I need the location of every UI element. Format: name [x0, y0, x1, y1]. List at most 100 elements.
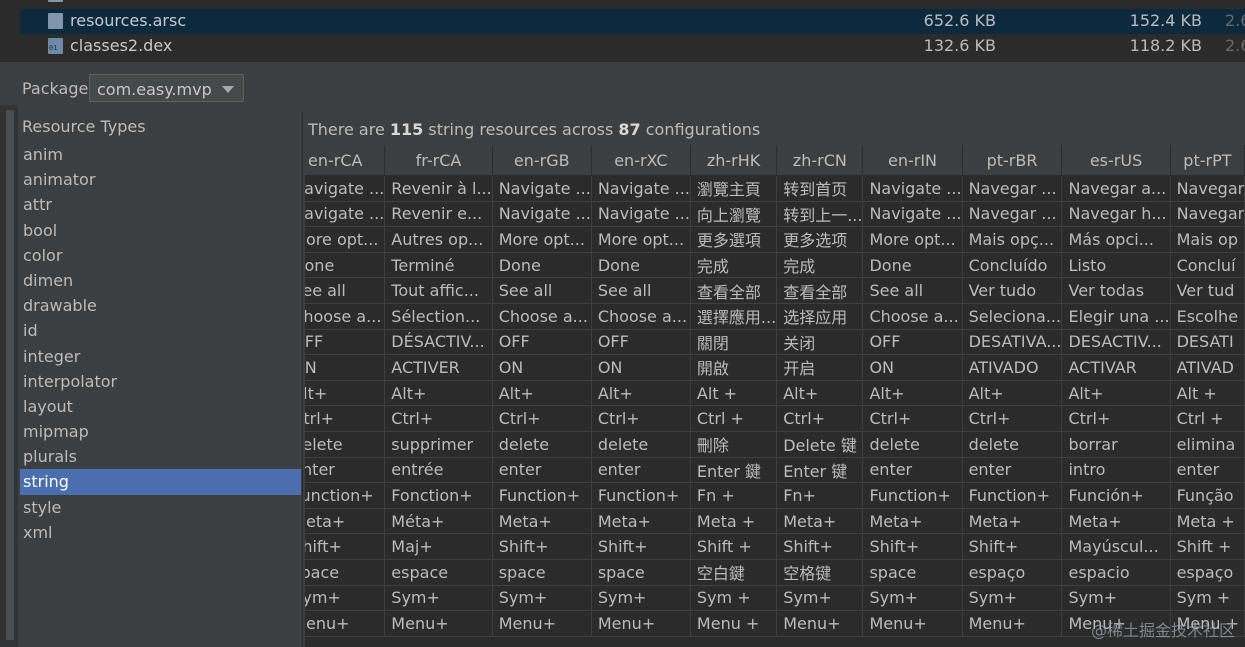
table-cell[interactable]: delete	[305, 431, 386, 458]
table-cell[interactable]: 向上瀏覽	[690, 201, 778, 228]
column-header[interactable]: en-rGB	[492, 145, 592, 176]
resource-type-item[interactable]: color	[20, 243, 301, 268]
table-row[interactable]: See allTout affic...See allSee all查看全部查看…	[305, 277, 1245, 304]
table-cell[interactable]: 转到首页	[776, 175, 864, 202]
table-cell[interactable]: Autres op...	[384, 226, 493, 253]
table-cell[interactable]: Concluí	[1170, 252, 1245, 279]
table-row[interactable]: Function+Fonction+Function+Function+Fn +…	[305, 482, 1245, 509]
table-cell[interactable]: 更多选项	[776, 226, 864, 253]
table-cell[interactable]: OFF	[305, 329, 386, 356]
table-cell[interactable]: Sym+	[591, 585, 691, 612]
resource-type-item[interactable]: string	[20, 469, 301, 495]
table-cell[interactable]: Navigate ...	[305, 175, 386, 202]
resource-type-item[interactable]: plurals	[20, 444, 301, 469]
table-cell[interactable]: Ctrl+	[591, 405, 691, 432]
table-cell[interactable]: espaço	[962, 559, 1063, 586]
table-cell[interactable]: delete	[591, 431, 691, 458]
table-row[interactable]: enterentréeenterenterEnter 鍵Enter 键enter…	[305, 457, 1245, 484]
table-row[interactable]: Choose a...Sélection...Choose a...Choose…	[305, 303, 1245, 330]
table-row[interactable]: Navigate ...Revenir à l...Navigate ...Na…	[305, 175, 1245, 202]
table-cell[interactable]: Shift +	[1170, 533, 1245, 560]
table-cell[interactable]: Mais op	[1170, 226, 1245, 253]
table-cell[interactable]: Alt+	[492, 380, 592, 407]
table-cell[interactable]: Choose a...	[591, 303, 691, 330]
table-cell[interactable]: Concluído	[962, 252, 1063, 279]
table-cell[interactable]: Menu+	[862, 610, 963, 637]
table-cell[interactable]: intro	[1061, 457, 1171, 484]
table-cell[interactable]: Function+	[862, 482, 963, 509]
table-cell[interactable]: ON	[862, 354, 963, 381]
table-cell[interactable]: ATIVAD	[1170, 354, 1245, 381]
table-cell[interactable]: Sym+	[862, 585, 963, 612]
table-cell[interactable]: OFF	[862, 329, 963, 356]
table-cell[interactable]: borrar	[1061, 431, 1171, 458]
column-header[interactable]: pt-rPT	[1170, 145, 1245, 176]
table-cell[interactable]: Done	[591, 252, 691, 279]
table-row[interactable]: Alt+Alt+Alt+Alt+Alt +Alt+Alt+Alt+Alt+Alt…	[305, 380, 1245, 407]
table-cell[interactable]: Navegar ...	[962, 201, 1063, 228]
table-cell[interactable]: enter	[862, 457, 963, 484]
table-cell[interactable]: enter	[1170, 457, 1245, 484]
table-cell[interactable]: Seleciona...	[962, 303, 1063, 330]
table-row[interactable]: DoneTerminéDoneDone完成完成DoneConcluídoList…	[305, 252, 1245, 279]
resource-type-item[interactable]: animator	[20, 167, 301, 192]
table-cell[interactable]: enter	[591, 457, 691, 484]
table-cell[interactable]: Enter 鍵	[690, 457, 778, 484]
table-cell[interactable]: Listo	[1061, 252, 1171, 279]
table-cell[interactable]: DÉSACTIV...	[384, 329, 493, 356]
table-cell[interactable]: Ver tud	[1170, 277, 1245, 304]
column-header[interactable]: fr-rCA	[384, 145, 493, 176]
table-cell[interactable]: Alt+	[305, 380, 386, 407]
table-cell[interactable]: 关闭	[776, 329, 864, 356]
table-cell[interactable]: Meta+	[591, 508, 691, 535]
table-cell[interactable]: Alt +	[690, 380, 778, 407]
table-cell[interactable]: Ctrl+	[862, 405, 963, 432]
file-row[interactable]: resources.arsc 652.6 KB 152.4 KB 2.6	[20, 9, 1245, 34]
table-cell[interactable]: Sym+	[384, 585, 493, 612]
table-cell[interactable]: space	[492, 559, 592, 586]
table-cell[interactable]: Tout affic...	[384, 277, 493, 304]
table-cell[interactable]: Shift +	[690, 533, 778, 560]
table-cell[interactable]: elimina	[1170, 431, 1245, 458]
table-cell[interactable]: Shift+	[305, 533, 386, 560]
table-row[interactable]: Navigate ...Revenir e...Navigate ...Navi…	[305, 201, 1245, 228]
scrollbar-track[interactable]	[6, 110, 14, 640]
table-cell[interactable]: 选择应用	[776, 303, 864, 330]
table-cell[interactable]: Ctrl+	[305, 405, 386, 432]
table-cell[interactable]: ACTIVER	[384, 354, 493, 381]
table-cell[interactable]: Menu+	[962, 610, 1063, 637]
table-row[interactable]: OFFDÉSACTIV...OFFOFF關閉关闭OFFDESATIVA...DE…	[305, 329, 1245, 356]
resource-type-item[interactable]: dimen	[20, 268, 301, 293]
table-cell[interactable]: 空格键	[776, 559, 864, 586]
table-cell[interactable]: Fonction+	[384, 482, 493, 509]
table-cell[interactable]: Navigate ...	[305, 201, 386, 228]
table-cell[interactable]: Revenir à l...	[384, 175, 493, 202]
table-cell[interactable]: OFF	[492, 329, 592, 356]
table-cell[interactable]: 瀏覽主頁	[690, 175, 778, 202]
table-cell[interactable]: DESATIVA...	[962, 329, 1063, 356]
table-cell[interactable]: espacio	[1061, 559, 1171, 586]
table-cell[interactable]: Done	[305, 252, 386, 279]
table-cell[interactable]: Más opci...	[1061, 226, 1171, 253]
table-cell[interactable]: Sym +	[690, 585, 778, 612]
table-cell[interactable]: ACTIVAR	[1061, 354, 1171, 381]
column-header[interactable]: en-rXC	[591, 145, 691, 176]
table-cell[interactable]: Menu +	[690, 610, 778, 637]
table-cell[interactable]: Navegar ...	[962, 175, 1063, 202]
table-row[interactable]: spaceespacespacespace空白鍵空格键spaceespaçoes…	[305, 559, 1245, 586]
table-cell[interactable]: Choose a...	[305, 303, 386, 330]
table-cell[interactable]: Shift+	[492, 533, 592, 560]
table-cell[interactable]: Alt+	[384, 380, 493, 407]
table-cell[interactable]: More opt...	[492, 226, 592, 253]
table-cell[interactable]: Meta+	[776, 508, 864, 535]
table-cell[interactable]: Sym +	[1170, 585, 1245, 612]
table-row[interactable]: ONACTIVERONON開啟开启ONATIVADOACTIVARATIVAD	[305, 354, 1245, 381]
table-cell[interactable]: Navegar a...	[1061, 175, 1171, 202]
table-cell[interactable]: 完成	[776, 252, 864, 279]
table-cell[interactable]: 转到上一...	[776, 201, 864, 228]
table-cell[interactable]: DESATI	[1170, 329, 1245, 356]
table-cell[interactable]: Sym+	[305, 585, 386, 612]
table-cell[interactable]: Meta+	[962, 508, 1063, 535]
table-cell[interactable]: 更多選項	[690, 226, 778, 253]
table-row[interactable]: Sym+Sym+Sym+Sym+Sym +Sym+Sym+Sym+Sym+Sym…	[305, 585, 1245, 612]
